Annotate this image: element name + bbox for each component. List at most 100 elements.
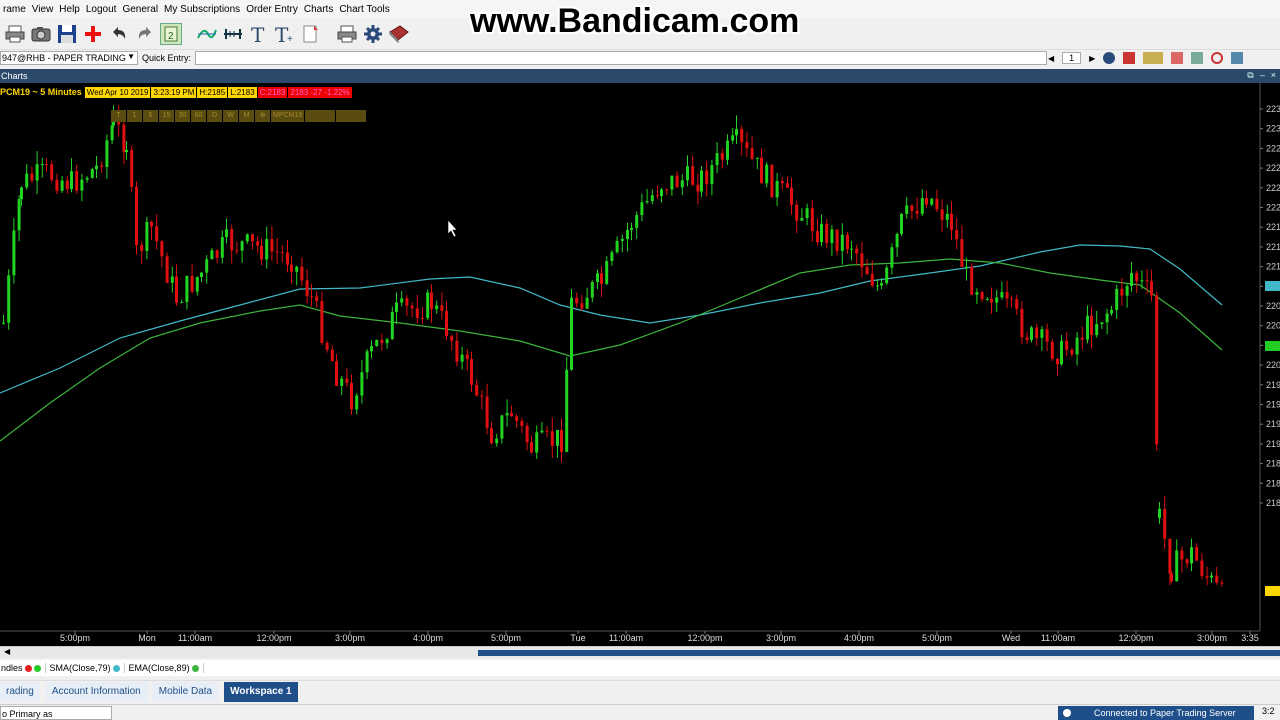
ruler-icon[interactable] [222, 23, 244, 45]
settings-icon[interactable] [1103, 52, 1116, 64]
indicator-item[interactable]: ndles [1, 663, 46, 673]
layout-icon[interactable] [1143, 52, 1164, 64]
candle-body [1095, 324, 1099, 336]
close-icon[interactable]: × [1271, 70, 1276, 81]
restore-icon[interactable]: ⧉ [1247, 70, 1253, 81]
candle-body [426, 292, 430, 319]
indicator-toggle-icon[interactable] [191, 664, 199, 672]
quick-entry-input[interactable] [195, 51, 1048, 65]
candle-body [350, 382, 353, 410]
tab-mobile-data[interactable]: Mobile Data [152, 681, 219, 702]
candle-body [215, 250, 219, 258]
candle-body [240, 241, 244, 251]
menu-item-help[interactable]: Help [56, 4, 83, 15]
text-plus-icon[interactable]: T + [274, 23, 296, 45]
candle-body [645, 201, 649, 203]
period-button[interactable]: M [239, 110, 254, 122]
print-icon-2[interactable] [336, 23, 358, 45]
candle-body [1025, 337, 1029, 340]
scrollbar-thumb[interactable] [478, 650, 1280, 656]
indicator-toggle-icon[interactable] [33, 664, 41, 672]
price-chart[interactable]: 2232232222222222222212212212212202202202… [0, 83, 1280, 646]
save-icon[interactable] [56, 23, 78, 45]
candle-body [1210, 575, 1213, 578]
curve-icon[interactable] [196, 23, 218, 45]
candle-body [910, 205, 914, 211]
candle-body [846, 234, 849, 249]
menu-item-chart-tools[interactable]: Chart Tools [336, 4, 392, 15]
note-icon[interactable] [300, 23, 322, 45]
period-button[interactable]: W [223, 110, 238, 122]
status-bar: o Primary as QSTDEMO101 Connected to Pap… [0, 704, 1280, 720]
period-button[interactable]: 15 [159, 110, 174, 122]
ohlc-chip: 2183 -27 -1.22% [288, 86, 352, 98]
print-icon[interactable] [4, 23, 26, 45]
undo-icon[interactable] [108, 23, 130, 45]
candle-body [1056, 358, 1059, 365]
chart-ohlc-chips: Wed Apr 10 2019 3:23:19 PM H:2185 L:2183 C:2… [84, 86, 353, 98]
menu-item-order-entry[interactable]: Order Entry [243, 4, 301, 15]
menu-item-logout[interactable]: Logout [83, 4, 120, 15]
chevron-left-icon[interactable]: ◀ [1048, 54, 1054, 63]
period-button[interactable] [336, 110, 367, 122]
menu-item-charts[interactable]: Charts [301, 4, 336, 15]
menu-item-general[interactable]: General [119, 4, 161, 15]
text-icon[interactable]: T [248, 23, 270, 45]
redo-icon[interactable] [134, 23, 156, 45]
chart-panel[interactable]: 2232232222222222222212212212212202202202… [0, 83, 1280, 646]
period-button[interactable]: D [207, 110, 222, 122]
gear-icon[interactable] [362, 23, 384, 45]
period-button[interactable]: MPCM19 [271, 110, 305, 122]
tool-icon[interactable] [1171, 52, 1184, 64]
account-select[interactable]: 947@RHB - PAPER TRADING ▼ [0, 51, 138, 65]
tab-workspace-1[interactable]: Workspace 1 [224, 681, 298, 702]
flag-icon[interactable] [1123, 52, 1136, 64]
period-button[interactable]: T [111, 110, 126, 122]
camera-icon[interactable] [30, 23, 52, 45]
candle-body [465, 354, 469, 360]
y-tick-label: 222 [1266, 163, 1280, 173]
menu-item-rame[interactable]: rame [0, 4, 29, 15]
candle-body [230, 229, 234, 251]
period-button[interactable] [305, 110, 336, 122]
chart-lock-icon[interactable]: 2 [160, 22, 182, 45]
grid-icon[interactable] [1191, 52, 1204, 64]
candle-body [330, 349, 334, 362]
indicator-toggle-icon[interactable] [112, 664, 120, 672]
period-button[interactable]: 60 [191, 110, 206, 122]
candle-body [870, 274, 874, 286]
tab-rading[interactable]: rading [0, 681, 40, 702]
period-button[interactable]: 5 [143, 110, 158, 122]
menu-item-view[interactable]: View [29, 4, 57, 15]
candle-body [1215, 575, 1219, 583]
period-button[interactable]: 30 [175, 110, 190, 122]
svg-text:2: 2 [168, 31, 174, 42]
candle-body [245, 234, 249, 242]
book-icon[interactable] [388, 23, 410, 45]
charts-panel-title: Charts [1, 71, 28, 81]
candle-body [1005, 292, 1009, 299]
period-button[interactable]: 1 [127, 110, 142, 122]
candle-body [740, 129, 744, 143]
x-tick-label: 11:00am [1041, 633, 1075, 643]
candle-body [200, 272, 203, 278]
indicator-toggle-icon[interactable] [24, 664, 32, 672]
recording-watermark: www.Bandicam.com [470, 2, 800, 40]
chart-scrollbar[interactable]: ◀ [0, 646, 1280, 658]
scroll-left-icon[interactable]: ◀ [4, 647, 10, 656]
candle-body [755, 157, 759, 159]
window-icon[interactable] [1231, 52, 1244, 64]
candle-body [1158, 508, 1161, 518]
tab-account-information[interactable]: Account Information [45, 681, 147, 702]
plus-icon[interactable] [82, 23, 104, 45]
indicator-item[interactable]: EMA(Close,89) [129, 663, 204, 673]
chevron-right-icon[interactable]: ▶ [1089, 54, 1095, 63]
page-number[interactable]: 1 [1062, 52, 1082, 64]
candle-body [195, 277, 199, 292]
refresh-icon[interactable] [1211, 52, 1224, 64]
minimize-icon[interactable]: – [1260, 70, 1265, 81]
candle-body [1080, 337, 1084, 340]
menu-item-my-subscriptions[interactable]: My Subscriptions [161, 4, 243, 15]
period-button[interactable]: ⊕ [255, 110, 270, 122]
indicator-item[interactable]: SMA(Close,79) [50, 663, 125, 673]
